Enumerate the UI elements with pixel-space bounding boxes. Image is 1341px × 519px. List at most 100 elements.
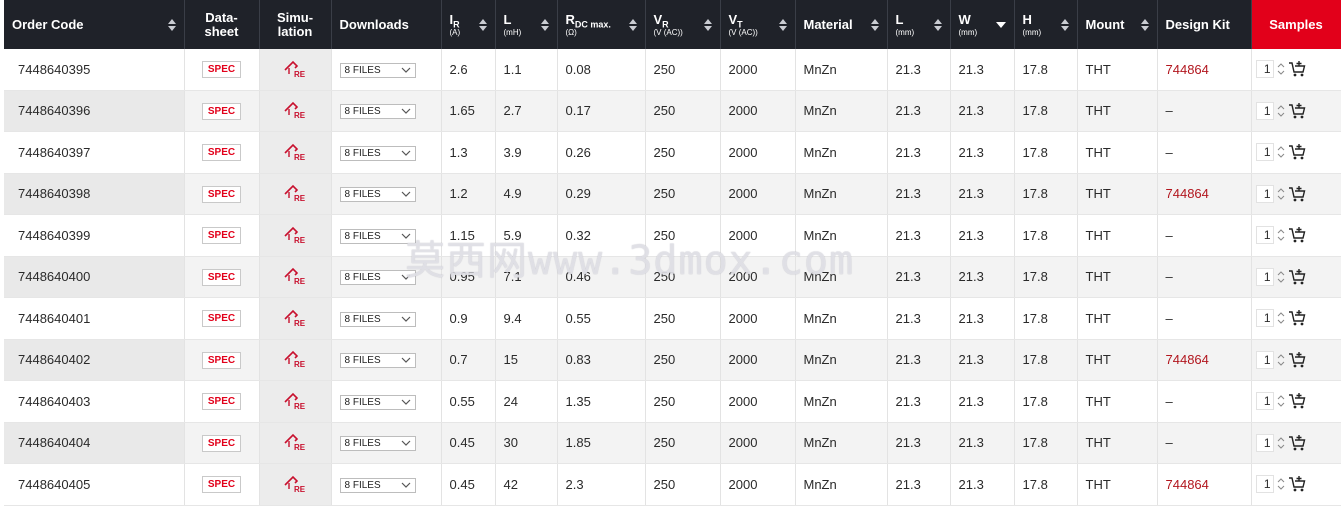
downloads-select[interactable]: 8 FILES	[339, 145, 416, 161]
quantity-input[interactable]: 1	[1255, 309, 1274, 328]
simulation-icon[interactable]: RE	[283, 140, 307, 162]
order-code[interactable]: 7448640398	[18, 186, 90, 201]
header-material[interactable]: Material	[795, 0, 888, 49]
header-ir[interactable]: IR (A)	[441, 0, 496, 49]
downloads-select[interactable]: 8 FILES	[339, 62, 416, 78]
quantity-input[interactable]: 1	[1255, 101, 1274, 120]
order-code[interactable]: 7448640404	[18, 435, 90, 450]
simulation-icon[interactable]: RE	[283, 264, 307, 286]
add-to-cart-icon[interactable]	[1288, 392, 1306, 410]
header-width[interactable]: W (mm)	[950, 0, 1015, 49]
downloads-select[interactable]: 8 FILES	[339, 187, 416, 203]
header-height[interactable]: H (mm)	[1014, 0, 1078, 49]
simulation-icon[interactable]: RE	[283, 389, 307, 411]
add-to-cart-icon[interactable]	[1288, 226, 1306, 244]
spec-button[interactable]: SPEC	[201, 102, 242, 120]
spec-button[interactable]: SPEC	[201, 434, 242, 452]
downloads-select[interactable]: 8 FILES	[339, 311, 416, 327]
spec-button[interactable]: SPEC	[201, 476, 242, 494]
downloads-select[interactable]: 8 FILES	[339, 353, 416, 369]
spec-button[interactable]: SPEC	[201, 61, 242, 79]
quantity-input[interactable]: 1	[1255, 392, 1274, 411]
header-length[interactable]: L (mm)	[887, 0, 951, 49]
sort-icon[interactable]	[167, 18, 176, 32]
downloads-select[interactable]: 8 FILES	[339, 477, 416, 493]
simulation-icon[interactable]: RE	[283, 306, 307, 328]
sort-icon[interactable]	[778, 18, 787, 32]
spec-button[interactable]: SPEC	[201, 310, 242, 328]
simulation-icon[interactable]: RE	[283, 472, 307, 494]
sort-desc-icon[interactable]	[995, 21, 1006, 28]
design-kit-link[interactable]: 744864	[1166, 62, 1209, 77]
add-to-cart-icon[interactable]	[1288, 309, 1306, 327]
order-code[interactable]: 7448640403	[18, 394, 90, 409]
quantity-stepper-icon[interactable]	[1276, 144, 1286, 160]
sort-icon[interactable]	[933, 18, 942, 32]
add-to-cart-icon[interactable]	[1288, 143, 1306, 161]
quantity-input[interactable]: 1	[1255, 60, 1274, 79]
quantity-stepper-icon[interactable]	[1276, 227, 1286, 243]
downloads-select[interactable]: 8 FILES	[339, 394, 416, 410]
quantity-stepper-icon[interactable]	[1276, 269, 1286, 285]
header-vr[interactable]: VR (V (AC))	[645, 0, 721, 49]
simulation-icon[interactable]: RE	[283, 181, 307, 203]
sort-icon[interactable]	[1140, 18, 1149, 32]
downloads-select[interactable]: 8 FILES	[339, 270, 416, 286]
order-code[interactable]: 7448640395	[18, 62, 90, 77]
sort-icon[interactable]	[1060, 18, 1069, 32]
quantity-stepper-icon[interactable]	[1276, 310, 1286, 326]
downloads-select[interactable]: 8 FILES	[339, 104, 416, 120]
simulation-icon[interactable]: RE	[283, 430, 307, 452]
add-to-cart-icon[interactable]	[1288, 60, 1306, 78]
quantity-stepper-icon[interactable]	[1276, 103, 1286, 119]
simulation-icon[interactable]: RE	[283, 57, 307, 79]
add-to-cart-icon[interactable]	[1288, 475, 1306, 493]
order-code[interactable]: 7448640405	[18, 477, 90, 492]
quantity-stepper-icon[interactable]	[1276, 476, 1286, 492]
quantity-input[interactable]: 1	[1255, 475, 1274, 494]
downloads-select[interactable]: 8 FILES	[339, 228, 416, 244]
quantity-input[interactable]: 1	[1255, 184, 1274, 203]
spec-button[interactable]: SPEC	[201, 144, 242, 162]
quantity-input[interactable]: 1	[1255, 143, 1274, 162]
header-mount[interactable]: Mount	[1077, 0, 1158, 49]
order-code[interactable]: 7448640396	[18, 103, 90, 118]
simulation-icon[interactable]: RE	[283, 98, 307, 120]
quantity-input[interactable]: 1	[1255, 433, 1274, 452]
quantity-stepper-icon[interactable]	[1276, 61, 1286, 77]
sort-icon[interactable]	[703, 18, 712, 32]
header-inductance[interactable]: L (mH)	[495, 0, 558, 49]
order-code[interactable]: 7448640397	[18, 145, 90, 160]
quantity-stepper-icon[interactable]	[1276, 393, 1286, 409]
order-code[interactable]: 7448640402	[18, 352, 90, 367]
add-to-cart-icon[interactable]	[1288, 351, 1306, 369]
spec-button[interactable]: SPEC	[201, 268, 242, 286]
sort-icon[interactable]	[628, 18, 637, 32]
quantity-stepper-icon[interactable]	[1276, 435, 1286, 451]
simulation-icon[interactable]: RE	[283, 223, 307, 245]
design-kit-link[interactable]: 744864	[1166, 352, 1209, 367]
add-to-cart-icon[interactable]	[1288, 185, 1306, 203]
quantity-input[interactable]: 1	[1255, 267, 1274, 286]
downloads-select[interactable]: 8 FILES	[339, 436, 416, 452]
header-vt[interactable]: VT (V (AC))	[720, 0, 796, 49]
spec-button[interactable]: SPEC	[201, 185, 242, 203]
spec-button[interactable]: SPEC	[201, 393, 242, 411]
add-to-cart-icon[interactable]	[1288, 102, 1306, 120]
spec-button[interactable]: SPEC	[201, 227, 242, 245]
sort-icon[interactable]	[478, 18, 487, 32]
spec-button[interactable]: SPEC	[201, 351, 242, 369]
design-kit-link[interactable]: 744864	[1166, 186, 1209, 201]
add-to-cart-icon[interactable]	[1288, 434, 1306, 452]
simulation-icon[interactable]: RE	[283, 347, 307, 369]
order-code[interactable]: 7448640400	[18, 269, 90, 284]
header-order-code[interactable]: Order Code	[4, 0, 185, 49]
design-kit-link[interactable]: 744864	[1166, 477, 1209, 492]
quantity-stepper-icon[interactable]	[1276, 352, 1286, 368]
add-to-cart-icon[interactable]	[1288, 268, 1306, 286]
order-code[interactable]: 7448640401	[18, 311, 90, 326]
quantity-input[interactable]: 1	[1255, 226, 1274, 245]
sort-icon[interactable]	[870, 18, 879, 32]
header-rdc[interactable]: RDC max. (Ω)	[557, 0, 646, 49]
quantity-stepper-icon[interactable]	[1276, 186, 1286, 202]
